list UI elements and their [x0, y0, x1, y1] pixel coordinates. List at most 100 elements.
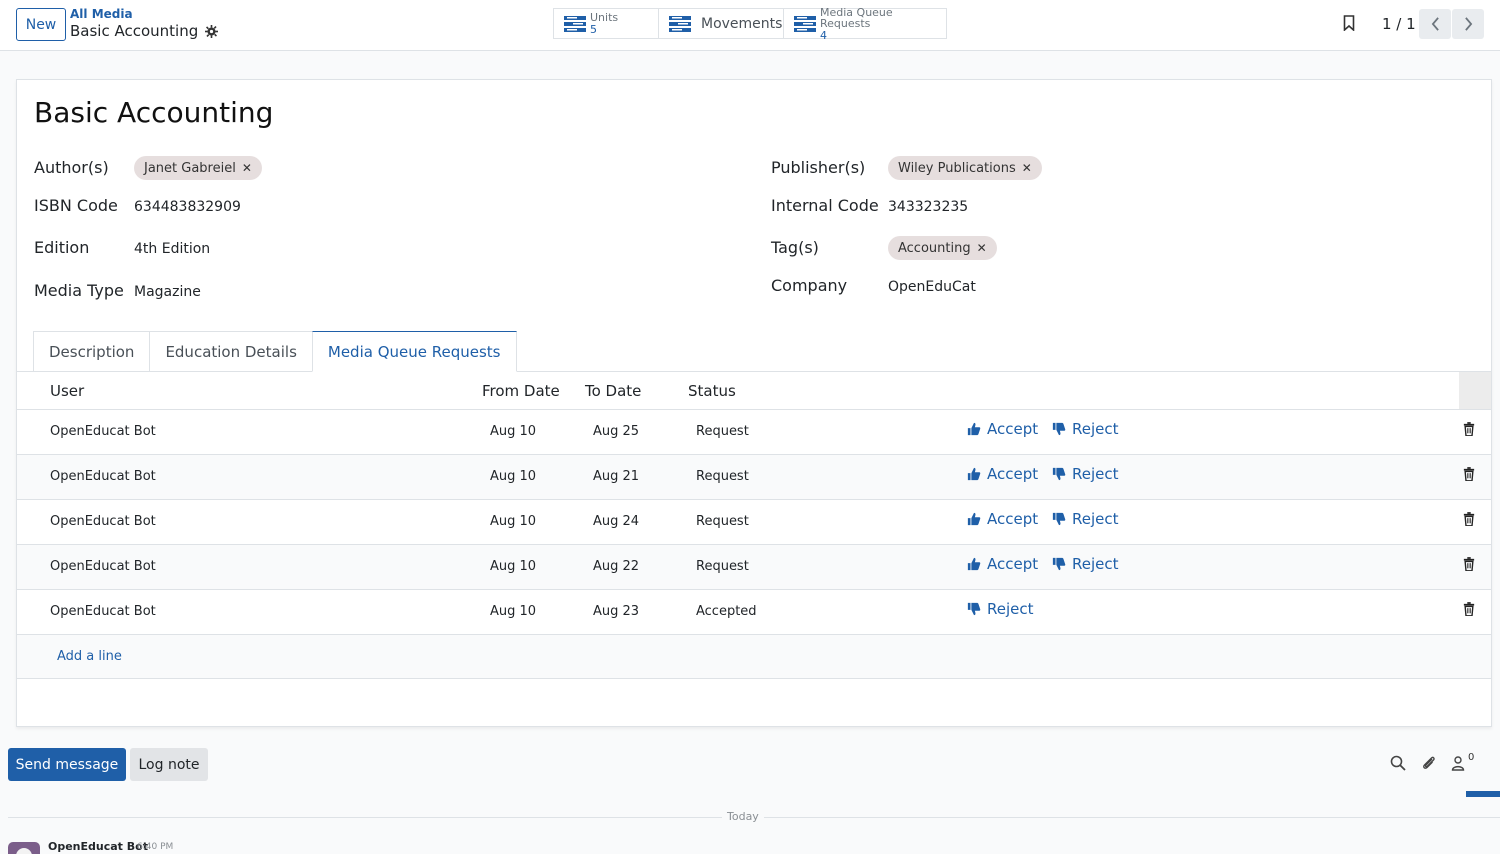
remove-tag-icon[interactable]: ✕ [977, 241, 987, 255]
cell-user: OpenEducat Bot [50, 559, 156, 574]
cell-to-date: Aug 21 [593, 469, 640, 484]
reject-button[interactable]: Reject [1052, 555, 1119, 573]
cell-user: OpenEducat Bot [50, 424, 156, 439]
bookmark-icon[interactable] [1343, 15, 1359, 33]
chevron-left-icon [1431, 17, 1439, 31]
tag-chip-label: Accounting [898, 240, 971, 256]
pager-next-button[interactable] [1452, 9, 1484, 39]
followers-icon[interactable] [1451, 755, 1469, 773]
edition-label: Edition [34, 238, 90, 257]
cell-from-date: Aug 10 [490, 514, 537, 529]
reject-label: Reject [1072, 420, 1119, 438]
accept-button[interactable]: Accept [967, 465, 1038, 483]
publishers-label: Publisher(s) [771, 158, 866, 177]
publisher-tag-label: Wiley Publications [898, 160, 1016, 176]
cell-from-date: Aug 10 [490, 604, 537, 619]
remove-tag-icon[interactable]: ✕ [1022, 161, 1032, 175]
reject-button[interactable]: Reject [1052, 420, 1119, 438]
trash-icon[interactable] [1463, 422, 1477, 438]
send-message-button[interactable]: Send message [8, 748, 126, 781]
avatar [8, 842, 40, 854]
smart-button-movements[interactable]: Movements [658, 8, 784, 39]
reject-label: Reject [1072, 510, 1119, 528]
company-label: Company [771, 276, 848, 295]
cell-to-date: Aug 25 [593, 424, 640, 439]
trash-icon[interactable] [1463, 602, 1477, 618]
thumbs-up-icon [967, 557, 981, 571]
reject-button[interactable]: Reject [967, 600, 1034, 618]
cell-from-date: Aug 10 [490, 424, 537, 439]
edition-field[interactable]: 4th Edition [134, 241, 210, 257]
smart-button-label: Media Queue Requests [820, 5, 893, 30]
list-icon [669, 15, 691, 33]
cell-user: OpenEducat Bot [50, 604, 156, 619]
cell-user: OpenEducat Bot [50, 469, 156, 484]
column-from-date[interactable]: From Date [482, 382, 560, 400]
isbn-field[interactable]: 634483832909 [134, 199, 241, 215]
tab-education-details[interactable]: Education Details [149, 331, 312, 372]
smart-button-count: 5 [590, 23, 597, 36]
accept-label: Accept [987, 555, 1039, 573]
gear-icon[interactable] [204, 24, 218, 38]
accept-button[interactable]: Accept [967, 510, 1038, 528]
tags-label: Tag(s) [771, 238, 819, 257]
paperclip-icon[interactable] [1421, 755, 1439, 773]
add-line-row: Add a line [17, 635, 1491, 679]
reject-button[interactable]: Reject [1052, 510, 1119, 528]
breadcrumb-all-media[interactable]: All Media [70, 7, 133, 21]
followers-count: 0 [1468, 752, 1475, 763]
authors-label: Author(s) [34, 158, 109, 177]
cell-from-date: Aug 10 [490, 469, 537, 484]
log-note-button[interactable]: Log note [130, 748, 208, 781]
accept-button[interactable]: Accept [967, 420, 1038, 438]
pager-previous-button[interactable] [1419, 9, 1451, 39]
cell-to-date: Aug 23 [593, 604, 640, 619]
smart-button-media-queue-requests[interactable]: Media Queue Requests 4 [783, 5, 947, 41]
internal-code-field[interactable]: 343323235 [888, 199, 968, 215]
tab-description[interactable]: Description [33, 331, 150, 372]
isbn-label: ISBN Code [34, 196, 118, 215]
record-title[interactable]: Basic Accounting [34, 96, 273, 129]
reject-label: Reject [1072, 555, 1119, 573]
trash-icon[interactable] [1463, 557, 1477, 573]
smart-button-units[interactable]: Units 5 [553, 8, 659, 39]
table-row[interactable]: OpenEducat Bot Aug 10 Aug 23 Accepted Re… [17, 590, 1491, 635]
search-icon[interactable] [1390, 755, 1408, 773]
table-row[interactable]: OpenEducat Bot Aug 10 Aug 25 Request Acc… [17, 410, 1491, 455]
tab-media-queue-requests[interactable]: Media Queue Requests [311, 331, 517, 372]
cell-to-date: Aug 24 [593, 514, 640, 529]
reject-label: Reject [987, 600, 1034, 618]
accept-label: Accept [987, 420, 1039, 438]
media-type-field[interactable]: Magazine [134, 284, 201, 300]
tag-chip: Accounting ✕ [888, 236, 997, 260]
column-optional-toggle[interactable] [1459, 372, 1491, 409]
table-row[interactable]: OpenEducat Bot Aug 10 Aug 21 Request Acc… [17, 455, 1491, 500]
trash-icon[interactable] [1463, 512, 1477, 528]
add-line-link[interactable]: Add a line [57, 649, 122, 664]
cell-status: Accepted [696, 604, 757, 619]
column-to-date[interactable]: To Date [585, 382, 641, 400]
cell-user: OpenEducat Bot [50, 514, 156, 529]
table-row[interactable]: OpenEducat Bot Aug 10 Aug 22 Request Acc… [17, 545, 1491, 590]
scroll-indicator [1466, 791, 1500, 797]
column-user[interactable]: User [50, 382, 84, 400]
company-field[interactable]: OpenEduCat [888, 279, 976, 295]
chevron-right-icon [1464, 17, 1472, 31]
column-status[interactable]: Status [688, 382, 736, 400]
table-row[interactable]: OpenEducat Bot Aug 10 Aug 24 Request Acc… [17, 500, 1491, 545]
thumbs-down-icon [1052, 467, 1066, 481]
date-separator-label: Today [722, 810, 764, 823]
form-sheet: Basic Accounting Author(s) Janet Gabreie… [16, 79, 1492, 727]
pager-value[interactable]: 1 / 1 [1382, 15, 1416, 33]
new-button[interactable]: New [16, 8, 66, 41]
reject-button[interactable]: Reject [1052, 465, 1119, 483]
thumbs-up-icon [967, 422, 981, 436]
record-title-breadcrumb: Basic Accounting [70, 22, 199, 40]
remove-tag-icon[interactable]: ✕ [242, 161, 252, 175]
trash-icon[interactable] [1463, 467, 1477, 483]
control-panel: New All Media Basic Accounting Units 5 Mo… [0, 0, 1500, 51]
message-author[interactable]: OpenEducat Bot [48, 840, 148, 853]
thumbs-down-icon [1052, 557, 1066, 571]
accept-button[interactable]: Accept [967, 555, 1038, 573]
table-header: User From Date To Date Status [17, 372, 1491, 410]
